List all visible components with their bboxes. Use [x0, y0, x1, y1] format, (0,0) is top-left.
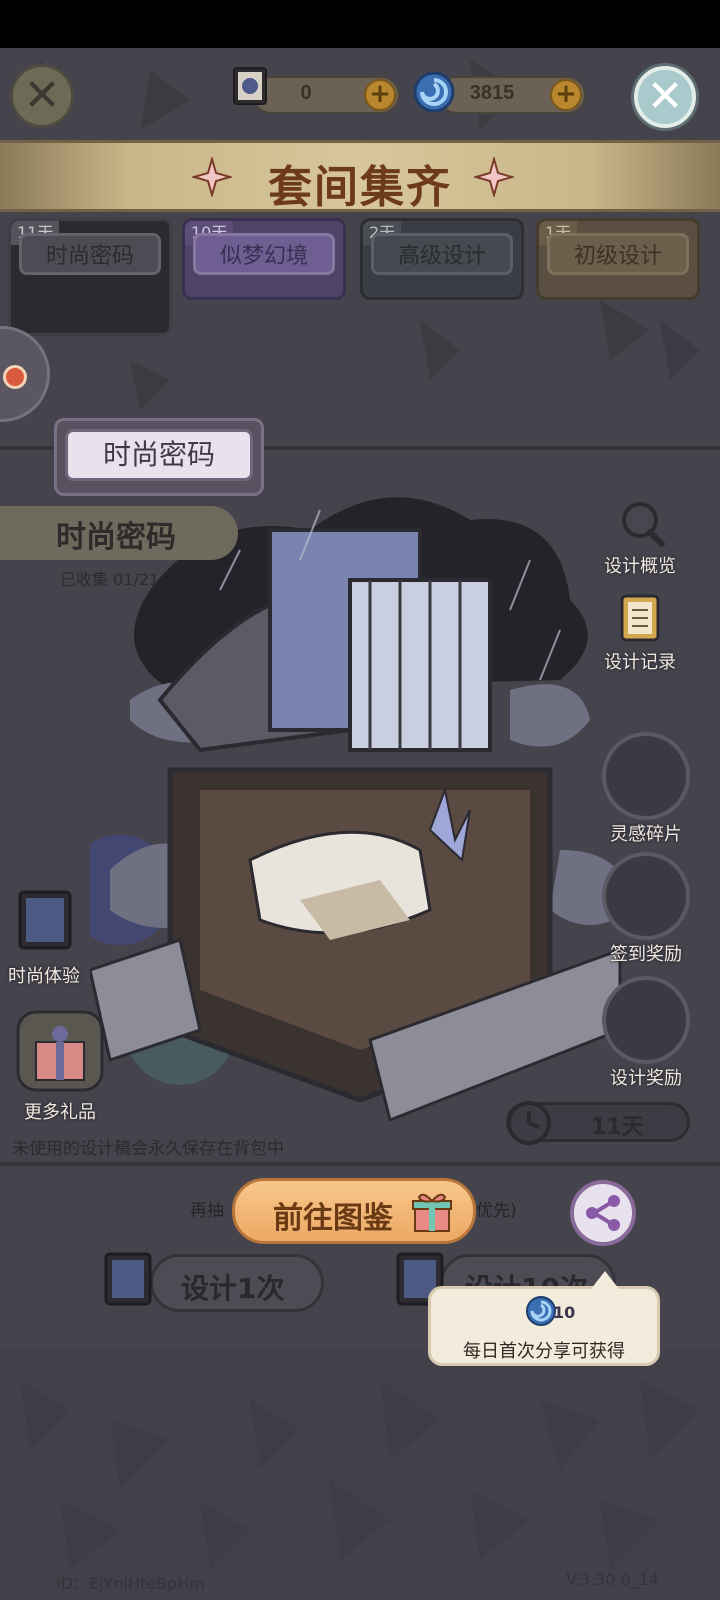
inspiration-fragments-button[interactable]: 灵感碎片	[602, 732, 690, 846]
swirl-gem-icon	[413, 71, 455, 113]
add-gem-button[interactable]: +	[550, 79, 582, 111]
add-ticket-button[interactable]: +	[364, 79, 396, 111]
back-x-button[interactable]: ✕	[10, 64, 74, 128]
ticket-counter: 0 +	[252, 76, 400, 114]
design-ticket-icon	[104, 1252, 152, 1306]
player-id: ID：EjYniHteBpHm	[56, 1574, 205, 1593]
tab-label: 初级设计	[547, 233, 689, 275]
share-reward-tooltip: 10 每日首次分享可获得	[428, 1271, 660, 1366]
crystal-icon	[602, 976, 690, 1064]
set-name: 时尚密码	[56, 520, 176, 555]
calendar-icon	[602, 852, 690, 940]
design-once-button[interactable]: 设计1次	[150, 1254, 324, 1312]
tooltip-message: 每日首次分享可获得	[463, 1341, 625, 1362]
tab-label: 时尚密码	[19, 233, 161, 275]
goto-codex-label: 前往图鉴	[273, 1201, 393, 1236]
close-icon: ✕	[646, 71, 684, 122]
room-illustration	[90, 497, 630, 1123]
clock-icon	[507, 1101, 551, 1145]
share-button[interactable]	[570, 1180, 636, 1246]
goto-codex-button[interactable]: 前往图鉴	[232, 1178, 476, 1244]
ticket-stack-icon	[18, 890, 72, 950]
status-bar	[0, 0, 720, 48]
remaining-days-pill: 11天	[506, 1101, 690, 1145]
tab-label: 似梦幻境	[193, 233, 335, 275]
magnifier-icon	[622, 502, 665, 547]
gift-box-icon	[16, 1010, 104, 1092]
storage-note: 未使用的设计稿会永久保存在背包中	[12, 1139, 284, 1159]
tab-basic-design[interactable]: 1天 初级设计	[536, 218, 700, 300]
collected-progress: 已收集 01/21	[60, 570, 160, 589]
tab-label: 高级设计	[371, 233, 513, 275]
banner-title: 套间集齐	[268, 162, 452, 213]
design-ticket-icon	[233, 67, 267, 105]
partial-text: 优先)	[476, 1201, 517, 1221]
remaining-days: 11天	[591, 1115, 644, 1140]
side-label: 设计奖励	[610, 1068, 682, 1089]
gem-counter: 3815 +	[438, 76, 586, 114]
version-label: V.3.30.0_14	[566, 1570, 660, 1589]
divider	[0, 1162, 720, 1166]
x-icon: ✕	[23, 70, 61, 121]
design-reward-button[interactable]: 设计奖励	[602, 976, 690, 1090]
set-sign: 时尚密码	[54, 418, 264, 496]
design-records-button[interactable]: 设计记录	[604, 590, 676, 674]
tab-fashion-code[interactable]: 11天 时尚密码	[8, 218, 172, 336]
side-label: 设计记录	[604, 652, 676, 673]
reward-amount: 10	[553, 1303, 576, 1322]
partial-text: 再抽	[190, 1201, 224, 1221]
side-label: 签到奖励	[610, 944, 682, 965]
title-banner: 套间集齐	[0, 140, 720, 213]
side-label: 灵感碎片	[610, 824, 682, 845]
design-once-label: 设计1次	[181, 1272, 285, 1305]
more-gifts-button[interactable]: 更多礼品	[12, 1008, 108, 1124]
tab-dreamland[interactable]: 10天 似梦幻境	[182, 218, 346, 300]
close-button[interactable]: ✕	[634, 66, 696, 128]
tab-advanced-design[interactable]: 2天 高级设计	[360, 218, 524, 300]
notification-dot	[3, 365, 27, 389]
share-icon	[586, 1195, 620, 1231]
gift-icon	[412, 1193, 452, 1232]
clipboard-icon	[620, 594, 660, 642]
checkin-reward-button[interactable]: 签到奖励	[602, 852, 690, 966]
sparkle-icon	[474, 157, 514, 197]
side-label: 设计概览	[604, 556, 676, 577]
fashion-experience-button[interactable]: 时尚体验	[6, 878, 82, 988]
set-sign-label: 时尚密码	[65, 429, 253, 481]
design-overview-button[interactable]: 设计概览	[604, 498, 676, 578]
left-label: 时尚体验	[8, 966, 80, 987]
inspiration-icon	[602, 732, 690, 820]
left-label: 更多礼品	[24, 1102, 96, 1123]
